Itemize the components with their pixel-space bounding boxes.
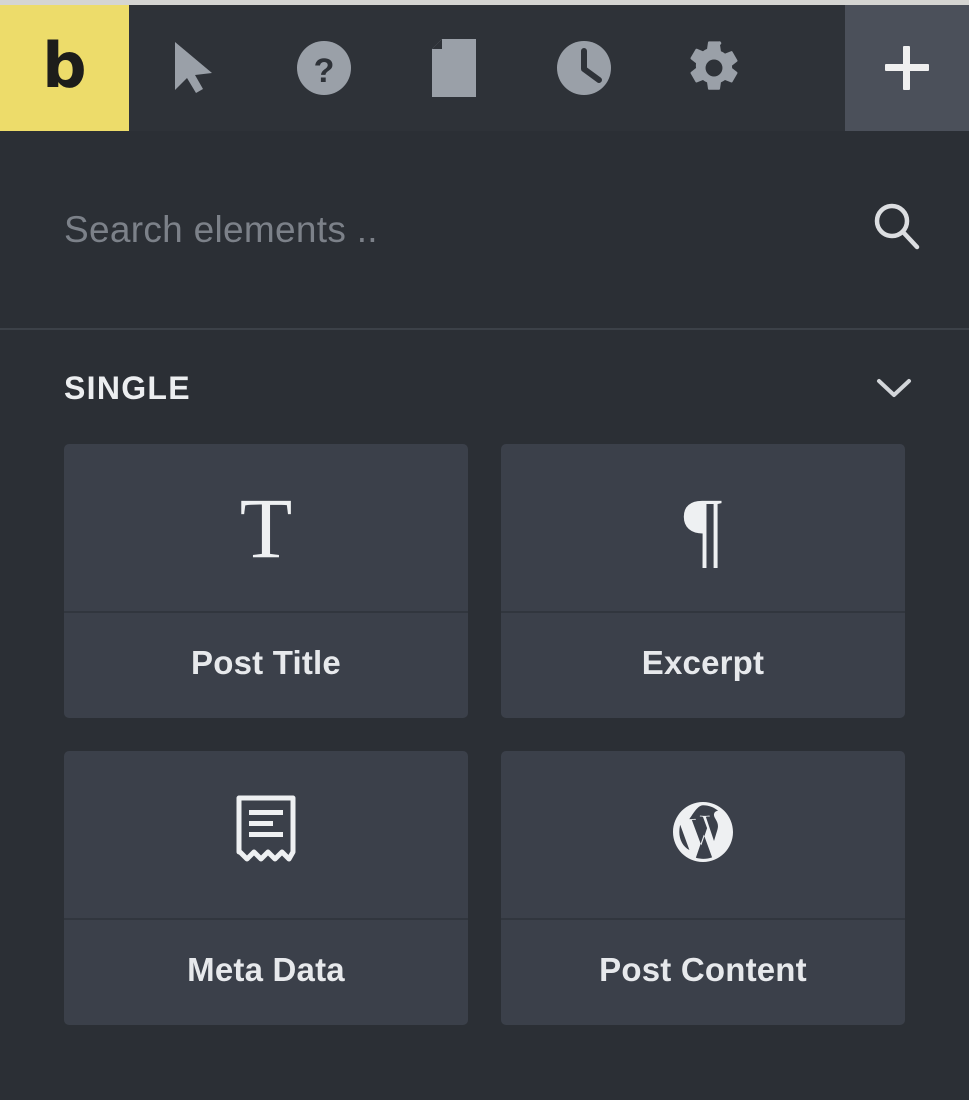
- cursor-icon: [169, 40, 219, 96]
- bricks-logo-glyph: b: [42, 29, 87, 102]
- toolbar-icon-group: ?: [129, 5, 845, 131]
- plus-icon: [885, 46, 929, 90]
- add-element-button[interactable]: [845, 5, 969, 131]
- svg-text:?: ?: [314, 52, 335, 90]
- element-card-post-content[interactable]: Post Content: [501, 751, 905, 1025]
- section-header-single[interactable]: SINGLE: [0, 332, 969, 444]
- chevron-down-icon[interactable]: [871, 365, 917, 411]
- serif-t-icon: T: [239, 479, 293, 576]
- element-card-label: Post Title: [191, 643, 341, 681]
- section-title: SINGLE: [64, 369, 191, 406]
- element-card-label: Meta Data: [187, 950, 345, 988]
- element-card-label: Post Content: [599, 950, 807, 988]
- bricks-builder-panel: b ? Search elements .. SINGLE T Post Tit…: [0, 0, 969, 1100]
- card-icon-area: ¶: [501, 444, 905, 613]
- pilcrow-icon: ¶: [683, 479, 723, 576]
- toolbar-help-button[interactable]: ?: [259, 5, 389, 131]
- search-icon: [869, 199, 925, 260]
- element-section-single: SINGLE T Post Title ¶ Excerpt Meta Data …: [0, 332, 969, 1025]
- search-button[interactable]: [847, 180, 947, 280]
- gear-icon: [685, 39, 743, 97]
- bricks-logo-button[interactable]: b: [0, 5, 129, 131]
- wordpress-icon: [667, 796, 739, 873]
- toolbar-cursor-button[interactable]: [129, 5, 259, 131]
- card-icon-area: T: [64, 444, 468, 613]
- card-icon-area: [501, 751, 905, 920]
- search-input[interactable]: [64, 208, 847, 251]
- card-icon-area: [64, 751, 468, 920]
- toolbar-history-button[interactable]: [519, 5, 649, 131]
- element-grid: T Post Title ¶ Excerpt Meta Data Post Co…: [0, 444, 969, 1025]
- builder-toolbar: b ?: [0, 5, 969, 131]
- element-card-post-title[interactable]: T Post Title: [64, 444, 468, 718]
- page-icon: [430, 38, 478, 98]
- toolbar-settings-button[interactable]: [649, 5, 779, 131]
- toolbar-page-button[interactable]: [389, 5, 519, 131]
- help-icon: ?: [295, 39, 353, 97]
- receipt-icon: [232, 795, 300, 874]
- element-card-excerpt[interactable]: ¶ Excerpt: [501, 444, 905, 718]
- element-card-meta-data[interactable]: Meta Data: [64, 751, 468, 1025]
- history-icon: [555, 39, 613, 97]
- search-bar: [0, 131, 969, 330]
- element-card-label: Excerpt: [641, 643, 765, 681]
